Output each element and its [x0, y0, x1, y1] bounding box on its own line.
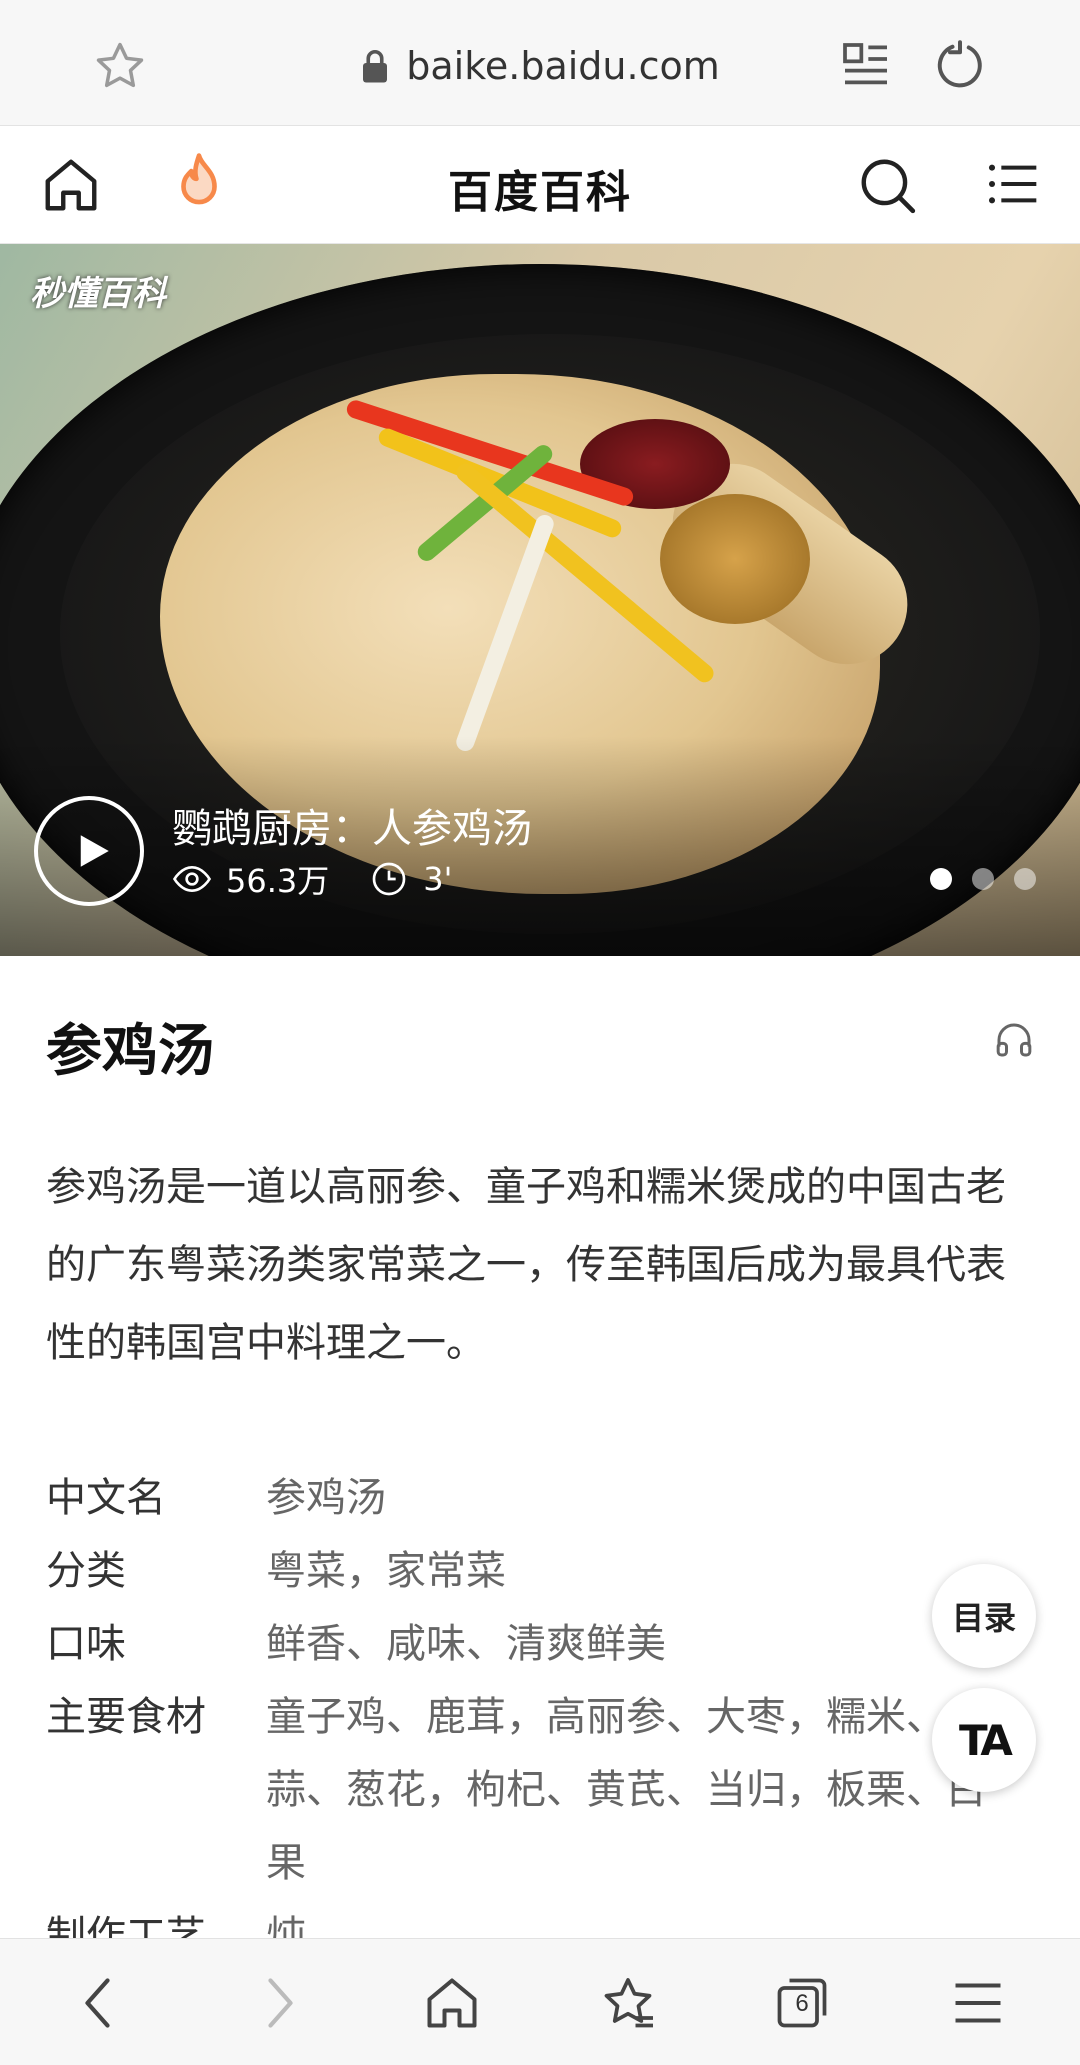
- play-icon: [80, 835, 109, 867]
- forward-arrow-icon[interactable]: [248, 1973, 308, 2033]
- video-duration: 3': [423, 860, 453, 898]
- food-image-chestnut: [660, 494, 810, 624]
- info-row: 中文名 参鸡汤: [46, 1462, 996, 1535]
- play-button[interactable]: [34, 796, 144, 906]
- info-box: 中文名 参鸡汤 分类 粤菜，家常菜 口味 鲜香、咸味、清爽鲜美 主要食材 童子鸡…: [46, 1462, 996, 1973]
- carousel-dot[interactable]: [930, 868, 952, 890]
- info-label: 中文名: [46, 1475, 166, 1521]
- lock-icon: [363, 49, 388, 83]
- clock-icon: [372, 862, 406, 896]
- home-icon[interactable]: [422, 1973, 482, 2033]
- eye-icon: [172, 865, 212, 893]
- video-watermark: 秒懂百科: [30, 274, 166, 314]
- video-title[interactable]: 鹦鹉厨房：人参鸡汤: [172, 796, 532, 854]
- carousel-dots[interactable]: [930, 868, 1036, 890]
- site-title[interactable]: 百度百科: [0, 156, 1080, 220]
- reader-mode-icon[interactable]: [838, 38, 894, 94]
- back-arrow-icon[interactable]: [70, 1973, 130, 2033]
- info-row: 分类 粤菜，家常菜: [46, 1535, 996, 1608]
- info-label: 分类: [46, 1548, 126, 1594]
- video-gradient: [0, 736, 1080, 956]
- toc-button[interactable]: 目录: [932, 1564, 1036, 1668]
- video-meta: 56.3万 3': [172, 856, 452, 902]
- video-views: 56.3万: [226, 862, 330, 900]
- tabs-count: 6: [795, 1990, 809, 2017]
- address-bar[interactable]: baike.baidu.com: [0, 38, 1080, 94]
- search-icon[interactable]: [856, 154, 918, 216]
- info-value: 鲜香、咸味、清爽鲜美: [266, 1621, 666, 1667]
- headphones-icon[interactable]: [994, 1020, 1034, 1060]
- article-summary: 参鸡汤是一道以高丽参、童子鸡和糯米煲成的中国古老的广东粤菜汤类家常菜之一，传至韩…: [46, 1164, 1006, 1366]
- reload-icon[interactable]: [930, 36, 990, 96]
- info-row: 主要食材 童子鸡、鹿茸，高丽参、大枣，糯米、大蒜、葱花，枸杞、黄芪、当归，板栗、…: [46, 1681, 996, 1900]
- bookmarks-icon[interactable]: [598, 1973, 658, 2033]
- carousel-dot[interactable]: [972, 868, 994, 890]
- info-value: 粤菜，家常菜: [266, 1548, 506, 1594]
- browser-top-bar: baike.baidu.com: [0, 0, 1080, 126]
- info-value: 参鸡汤: [266, 1475, 386, 1521]
- tabs-button[interactable]: 6: [772, 1973, 832, 2033]
- info-label: 口味: [46, 1621, 126, 1667]
- info-row: 口味 鲜香、咸味、清爽鲜美: [46, 1608, 996, 1681]
- font-size-button[interactable]: TA: [932, 1688, 1036, 1792]
- hero-video[interactable]: 秒懂百科 鹦鹉厨房：人参鸡汤 56.3万 3': [0, 244, 1080, 956]
- info-value: 童子鸡、鹿茸，高丽参、大枣，糯米、大蒜、葱花，枸杞、黄芪、当归，板栗、白果: [266, 1694, 986, 1886]
- menu-icon[interactable]: [984, 156, 1042, 212]
- url-text: baike.baidu.com: [406, 44, 720, 88]
- info-label: 主要食材: [46, 1694, 206, 1740]
- article-title: 参鸡汤: [46, 1019, 214, 1084]
- menu-icon[interactable]: [948, 1973, 1008, 2033]
- browser-bottom-nav: 6: [0, 1938, 1080, 2065]
- site-header: 百度百科: [0, 126, 1080, 244]
- carousel-dot[interactable]: [1014, 868, 1036, 890]
